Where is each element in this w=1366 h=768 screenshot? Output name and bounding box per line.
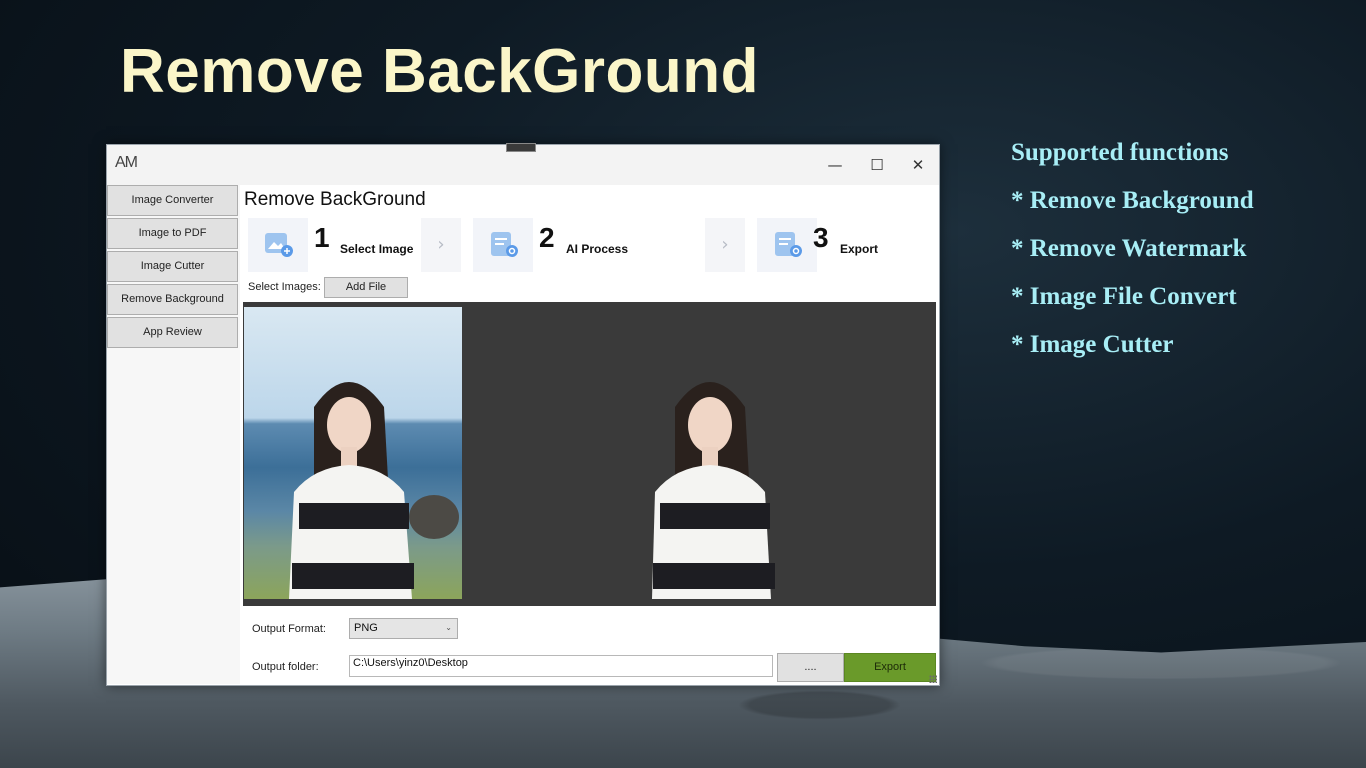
features-heading: Supported functions: [1011, 139, 1229, 166]
step-label: AI Process: [566, 242, 629, 256]
add-file-button[interactable]: Add File: [324, 277, 408, 298]
sidebar-item-image-converter[interactable]: Image Converter: [107, 185, 238, 216]
select-images-label: Select Images:: [248, 281, 321, 293]
export-button[interactable]: Export: [844, 653, 936, 682]
sidebar-item-remove-background[interactable]: Remove Background: [107, 284, 238, 315]
step-select-image: 1 Select Image: [248, 218, 423, 272]
step-icon-box: [473, 218, 533, 272]
app-logo: AM: [115, 154, 138, 171]
slide-title: Remove BackGround: [120, 37, 760, 106]
chevron-right-icon: ›: [421, 218, 461, 272]
page-title: Remove BackGround: [244, 189, 426, 210]
step-number: 1: [314, 222, 330, 253]
sidebar-item-image-to-pdf[interactable]: Image to PDF: [107, 218, 238, 249]
person-figure: [289, 382, 459, 599]
sidebar-item-image-cutter[interactable]: Image Cutter: [107, 251, 238, 282]
step-ai-process: 2 AI Process: [473, 218, 673, 272]
feature-item: * Image File Convert: [1011, 283, 1237, 310]
step-label: Export: [840, 242, 879, 256]
app-window: AM — ☐ ✕ Image Converter Image to PDF Im…: [106, 144, 940, 686]
step-number: 2: [539, 222, 555, 253]
document-export-icon: [775, 232, 802, 257]
feature-item: * Image Cutter: [1011, 331, 1174, 358]
step-export: 3 Export: [757, 218, 917, 272]
original-photo[interactable]: [244, 307, 462, 599]
feature-item: * Remove Background: [1011, 187, 1254, 214]
features-list: Supported functions * Remove Background …: [1011, 136, 1351, 376]
step-number: 3: [813, 222, 829, 253]
maximize-button[interactable]: ☐: [856, 145, 898, 185]
result-photo[interactable]: [643, 307, 783, 599]
step-icon-box: [248, 218, 308, 272]
browse-folder-button[interactable]: ....: [777, 653, 844, 682]
resize-grip-icon[interactable]: [929, 675, 937, 683]
close-button[interactable]: ✕: [897, 145, 939, 185]
feature-item: * Remove Watermark: [1011, 235, 1247, 262]
preview-canvas: [243, 302, 936, 606]
output-format-select[interactable]: PNG ⌄: [349, 618, 458, 639]
output-folder-label: Output folder:: [252, 661, 319, 673]
window-drag-handle[interactable]: [506, 143, 536, 152]
output-format-value: PNG: [354, 622, 378, 634]
chevron-right-icon: ›: [705, 218, 745, 272]
minimize-button[interactable]: —: [814, 145, 856, 185]
sidebar-item-app-review[interactable]: App Review: [107, 317, 238, 348]
image-add-icon: [265, 233, 293, 257]
step-icon-box: [757, 218, 817, 272]
output-folder-input[interactable]: C:\Users\yinz0\Desktop: [349, 655, 773, 677]
output-format-label: Output Format:: [252, 623, 326, 635]
step-label: Select Image: [340, 242, 414, 256]
person-figure-cutout: [652, 382, 775, 599]
document-process-icon: [491, 232, 518, 257]
sidebar: Image Converter Image to PDF Image Cutte…: [107, 185, 240, 684]
chevron-down-icon: ⌄: [445, 623, 452, 632]
